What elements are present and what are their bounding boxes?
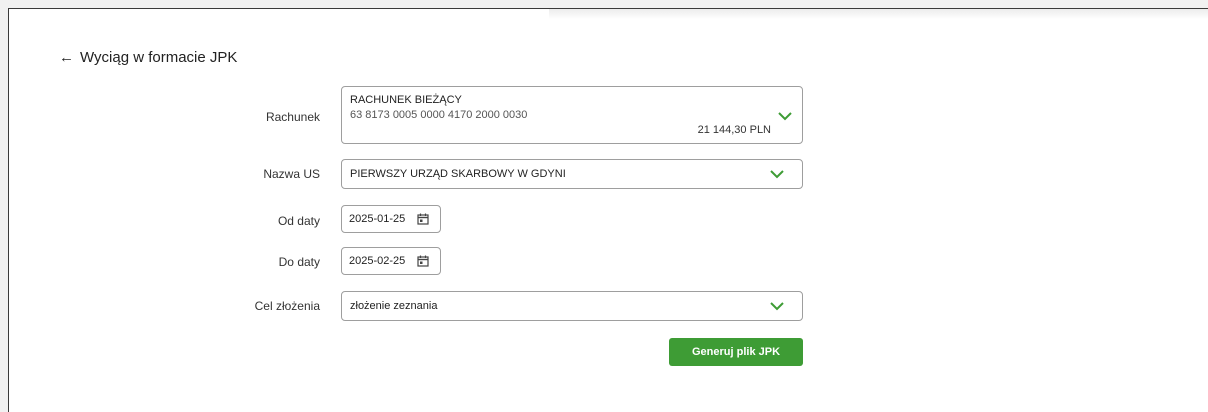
calendar-icon[interactable]: [417, 255, 429, 267]
top-shade: [549, 9, 1208, 19]
account-name: RACHUNEK BIEŻĄCY: [350, 94, 462, 106]
chevron-down-icon: [778, 112, 792, 121]
account-select[interactable]: RACHUNEK BIEŻĄCY 63 8173 0005 0000 4170 …: [341, 86, 803, 144]
date-from-label: Od daty: [277, 214, 320, 228]
tax-office-select[interactable]: PIERWSZY URZĄD SKARBOWY W GDYNI: [341, 159, 803, 189]
date-from-value: 2025-01-25: [349, 213, 406, 225]
page-frame: ← Wyciąg w formacie JPK Rachunek RACHUNE…: [8, 8, 1208, 412]
generate-jpk-button[interactable]: Generuj plik JPK: [669, 338, 803, 366]
tax-office-label: Nazwa US: [263, 167, 320, 181]
date-from-field[interactable]: 2025-01-25: [341, 205, 441, 233]
purpose-label: Cel złożenia: [254, 299, 320, 313]
calendar-icon[interactable]: [417, 213, 429, 225]
tax-office-value: PIERWSZY URZĄD SKARBOWY W GDYNI: [350, 168, 566, 180]
chevron-down-icon: [770, 302, 784, 311]
back-link[interactable]: ← Wyciąg w formacie JPK: [59, 49, 237, 66]
account-label: Rachunek: [265, 110, 320, 124]
page-title: Wyciąg w formacie JPK: [80, 49, 238, 66]
date-to-value: 2025-02-25: [349, 255, 406, 267]
date-to-label: Do daty: [278, 255, 320, 269]
chevron-down-icon: [770, 170, 784, 179]
account-number: 63 8173 0005 0000 4170 2000 0030: [350, 109, 528, 121]
purpose-select[interactable]: złożenie zeznania: [341, 291, 803, 321]
date-to-field[interactable]: 2025-02-25: [341, 247, 441, 275]
purpose-value: złożenie zeznania: [350, 300, 438, 312]
arrow-left-icon: ←: [59, 49, 74, 66]
account-balance: 21 144,30 PLN: [697, 124, 771, 136]
